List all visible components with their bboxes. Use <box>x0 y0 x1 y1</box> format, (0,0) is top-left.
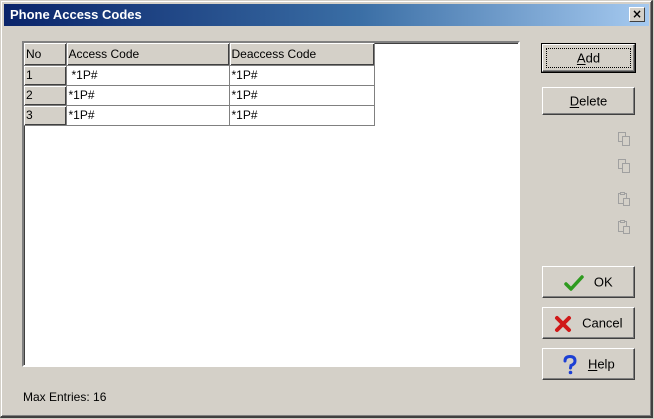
help-label-accel: H <box>587 356 598 372</box>
table-row[interactable]: 1 *1P# *1P# <box>24 65 375 86</box>
row-number[interactable]: 1 <box>24 65 67 86</box>
access-code-value: *1P# <box>71 68 98 82</box>
ok-button[interactable]: OK <box>542 266 635 298</box>
access-codes-grid[interactable]: No Access Code Deaccess Code 1 *1P# *1P#… <box>22 41 520 367</box>
access-code-cell[interactable]: *1P# <box>66 85 230 106</box>
close-button[interactable]: × <box>629 7 645 22</box>
cancel-button[interactable]: Cancel <box>542 307 635 339</box>
codes-table: No Access Code Deaccess Code 1 *1P# *1P#… <box>24 43 375 126</box>
close-icon: × <box>631 7 643 21</box>
delete-label-rest: elete <box>579 93 608 109</box>
phone-access-codes-dialog: Phone Access Codes × No Access Code Deac… <box>0 0 653 418</box>
table-row[interactable]: 3 *1P# *1P# <box>24 105 375 126</box>
header-deaccess-code[interactable]: Deaccess Code <box>229 43 375 66</box>
max-entries-status: Max Entries: 16 <box>23 390 107 404</box>
focus-rect <box>546 48 631 68</box>
delete-label: Delete <box>570 94 608 109</box>
help-button[interactable]: Help <box>542 348 635 380</box>
access-code-cell[interactable]: *1P# <box>66 105 230 126</box>
title-bar[interactable]: Phone Access Codes × <box>4 4 649 26</box>
deaccess-code-cell[interactable]: *1P# <box>229 85 375 106</box>
help-label-rest: elp <box>597 356 615 372</box>
help-label: Help <box>588 357 615 372</box>
add-button[interactable]: Add <box>541 43 636 73</box>
cancel-label: Cancel <box>582 315 623 331</box>
question-icon <box>563 354 577 374</box>
window-title: Phone Access Codes <box>10 7 142 22</box>
delete-label-accel: D <box>569 93 580 109</box>
x-icon <box>555 315 572 332</box>
check-icon <box>564 274 585 291</box>
row-number[interactable]: 2 <box>24 85 67 106</box>
deaccess-code-cell[interactable]: *1P# <box>229 65 375 86</box>
access-code-cell[interactable]: *1P# <box>66 65 230 86</box>
header-access-code[interactable]: Access Code <box>66 43 230 66</box>
ok-label: OK <box>593 274 613 290</box>
table-row[interactable]: 2 *1P# *1P# <box>24 85 375 106</box>
header-row: No Access Code Deaccess Code <box>24 43 375 66</box>
header-no[interactable]: No <box>24 43 67 66</box>
delete-button[interactable]: Delete <box>542 87 635 115</box>
paste-icon[interactable] <box>618 192 630 206</box>
row-number[interactable]: 3 <box>24 105 67 126</box>
copy-icon[interactable] <box>618 132 630 146</box>
deaccess-code-cell[interactable]: *1P# <box>229 105 375 126</box>
copy-icon[interactable] <box>618 159 630 173</box>
paste-icon[interactable] <box>618 220 630 234</box>
